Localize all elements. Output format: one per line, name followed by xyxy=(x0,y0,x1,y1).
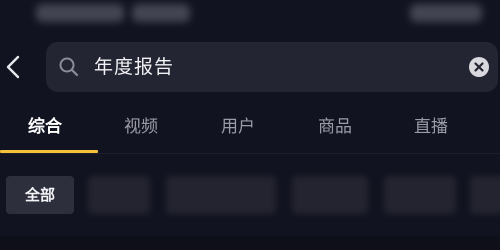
filter-chip-blurred[interactable] xyxy=(166,176,276,214)
clear-circle-icon[interactable] xyxy=(468,56,490,78)
status-network-blurred xyxy=(132,4,190,22)
tab-comprehensive[interactable]: 综合 xyxy=(28,104,62,150)
search-input[interactable]: 年度报告 xyxy=(94,42,174,92)
tab-videos[interactable]: 视频 xyxy=(124,104,158,150)
status-carrier-blurred xyxy=(36,4,124,22)
search-results-screen: 年度报告 综合 视频 用户 商品 直播 全部 xyxy=(0,0,500,250)
filter-chip-blurred[interactable] xyxy=(384,176,456,214)
status-battery-blurred xyxy=(410,4,482,22)
filter-chip-blurred[interactable] xyxy=(292,176,368,214)
chevron-left-icon xyxy=(6,55,20,79)
result-tabs: 综合 视频 用户 商品 直播 xyxy=(0,104,500,154)
filter-chip-blurred[interactable] xyxy=(88,176,150,214)
search-box[interactable]: 年度报告 xyxy=(46,42,498,92)
filter-chip-blurred[interactable] xyxy=(470,176,500,214)
content-edge xyxy=(0,236,500,250)
search-icon xyxy=(59,57,79,77)
tab-live[interactable]: 直播 xyxy=(414,104,448,150)
back-button[interactable] xyxy=(0,46,26,88)
tab-users[interactable]: 用户 xyxy=(221,104,255,150)
filter-chip-all[interactable]: 全部 xyxy=(6,176,74,214)
status-bar xyxy=(0,0,500,36)
tab-products[interactable]: 商品 xyxy=(318,104,352,150)
tabs-divider xyxy=(0,153,500,154)
